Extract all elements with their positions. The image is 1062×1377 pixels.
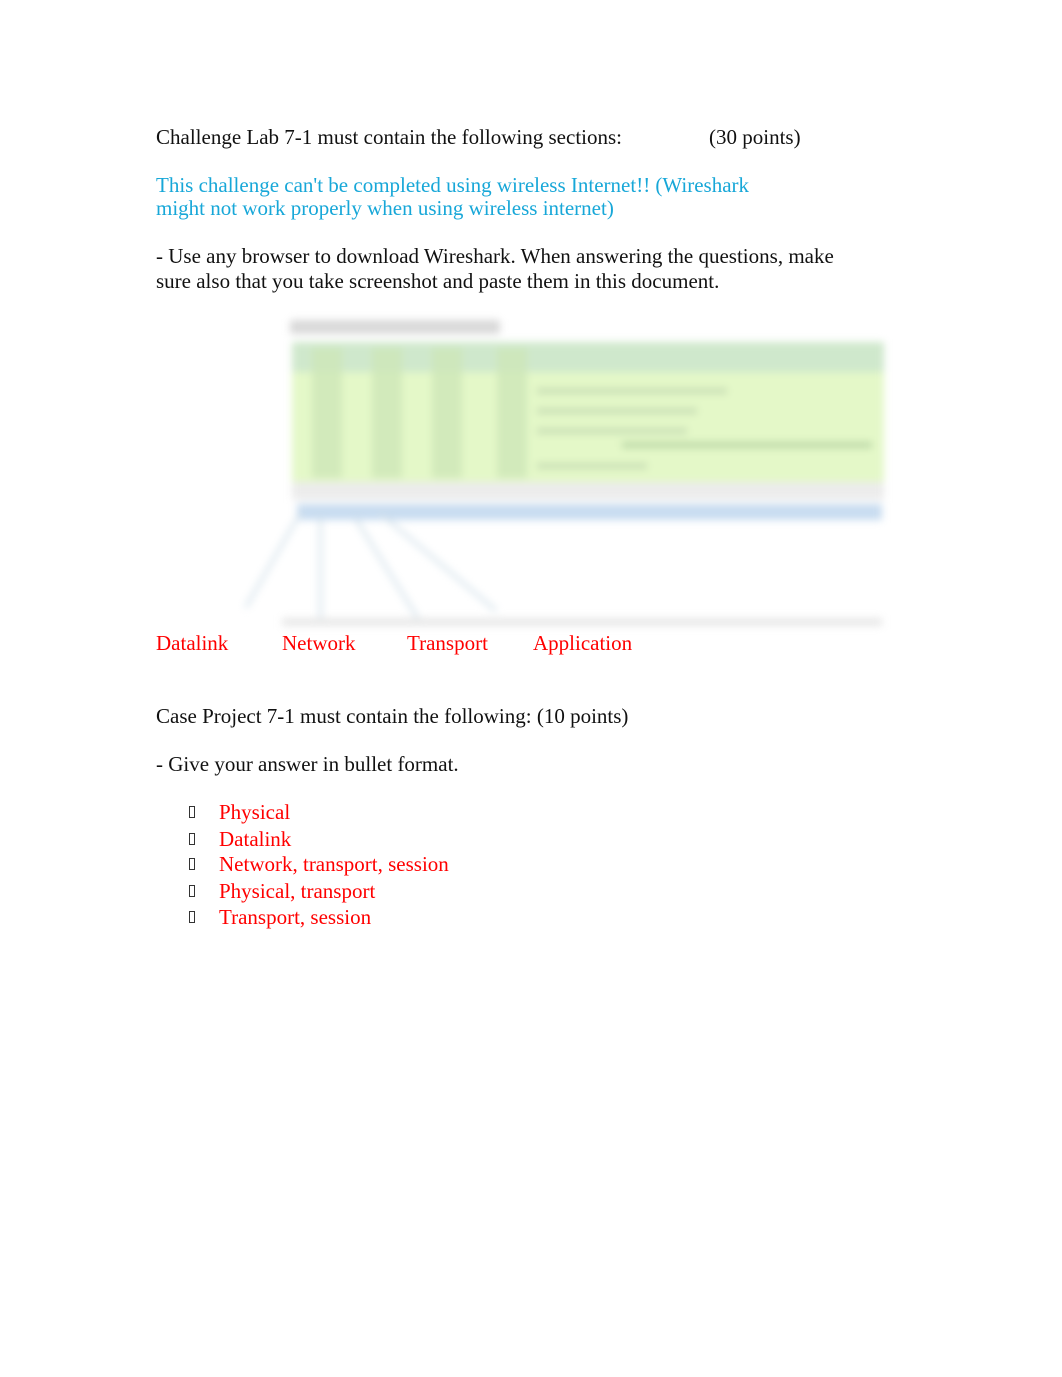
layer-label-network: Network: [282, 631, 356, 655]
case-project-heading: Case Project 7-1 must contain the follow…: [156, 704, 629, 728]
answer-text: Network, transport, session: [219, 852, 449, 876]
bullet-icon: [189, 833, 195, 845]
answer-text: Physical, transport: [219, 879, 376, 903]
bullet-icon: [189, 885, 195, 897]
layer-label-datalink: Datalink: [156, 631, 229, 655]
warning-line-2: might not work properly when using wirel…: [156, 196, 614, 220]
layer-label-application: Application: [533, 631, 633, 655]
instruction-line-2: sure also that you take screenshot and p…: [156, 269, 720, 293]
warning-line-1: This challenge can't be completed using …: [156, 173, 750, 197]
answer-text: Datalink: [219, 827, 292, 851]
bullet-icon: [189, 911, 195, 923]
wireshark-screenshot-image: [244, 308, 902, 638]
challenge-points: (30 points): [709, 125, 801, 149]
bullet-icon: [189, 806, 195, 818]
case-project-instruction: - Give your answer in bullet format.: [156, 752, 459, 776]
instruction-line-1: - Use any browser to download Wireshark.…: [156, 244, 834, 268]
answer-text: Transport, session: [219, 905, 372, 929]
challenge-heading: Challenge Lab 7-1 must contain the follo…: [156, 125, 622, 149]
layer-label-transport: Transport: [407, 631, 488, 655]
answer-text: Physical: [219, 800, 291, 824]
bullet-icon: [189, 858, 195, 870]
